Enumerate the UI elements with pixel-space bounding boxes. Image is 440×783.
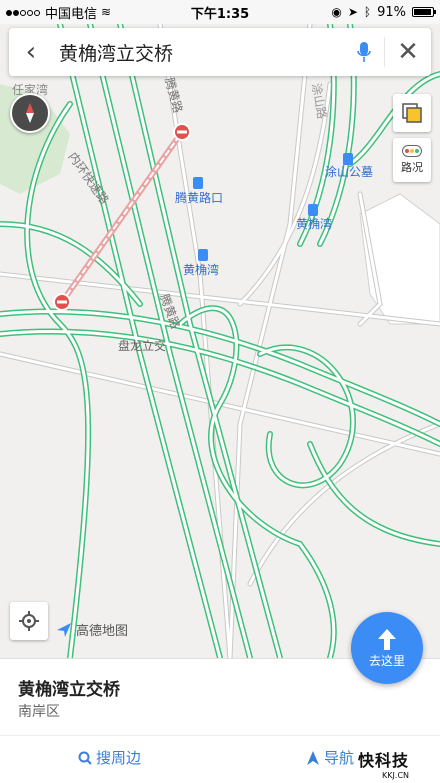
compass-button[interactable]	[10, 93, 50, 133]
layers-icon	[402, 103, 422, 123]
close-icon: ✕	[397, 37, 419, 67]
search-icon	[78, 751, 92, 765]
bus-stop-icon[interactable]	[193, 177, 203, 189]
road-closure-icon[interactable]	[53, 293, 71, 311]
brand-logo: 高德地图	[56, 620, 128, 639]
bus-stop-icon[interactable]	[343, 153, 353, 165]
arrow-up-icon	[378, 628, 396, 650]
map-label-ring-road: 内环快速路	[66, 149, 113, 207]
map-canvas: 腾黄路口 黄桷湾 涂山公墓 黄桷湾 盘龙立交 任家湾 腾黄路 内环快速路 腾黄路…	[0, 24, 440, 658]
place-title: 黄桷湾立交桥	[18, 680, 120, 700]
map-label-bus-top[interactable]: 涂山公墓	[325, 164, 373, 179]
map-label-station2[interactable]: 黄桷湾	[183, 262, 219, 277]
chevron-left-icon: ‹	[25, 37, 37, 67]
bluetooth-icon: ᛒ	[363, 5, 372, 19]
location-arrow-icon: ➤	[347, 5, 358, 19]
traffic-button[interactable]: 路况	[393, 138, 431, 182]
road-network	[0, 24, 440, 658]
signal-icon	[6, 5, 41, 20]
bus-stop-icon[interactable]	[308, 204, 318, 216]
divider	[0, 735, 440, 736]
map-label-station1[interactable]: 腾黄路口	[175, 190, 223, 205]
navigation-arrow-icon	[307, 750, 319, 765]
watermark-sub: KKJ.CN	[382, 771, 410, 780]
battery-percent: 91%	[377, 4, 406, 20]
brand-label: 高德地图	[76, 624, 129, 639]
voice-search-button[interactable]	[344, 28, 384, 76]
go-here-label: 去这里	[368, 653, 405, 668]
bus-stop-icon[interactable]	[198, 249, 208, 261]
microphone-icon	[357, 42, 371, 62]
wifi-icon: ≋	[101, 5, 112, 19]
go-here-button[interactable]: 去这里	[351, 612, 423, 684]
status-bar: 中国电信 ≋ 下午1:35 ◉ ➤ ᛒ 91%	[0, 0, 440, 24]
navigate-label: 导航	[324, 749, 355, 767]
carrier-label: 中国电信	[45, 6, 98, 22]
traffic-light-icon	[402, 145, 422, 157]
place-district: 南岸区	[18, 704, 60, 720]
locate-button[interactable]	[10, 602, 48, 640]
map-label-right-road: 涂山路	[309, 82, 330, 120]
orientation-lock-icon: ◉	[331, 5, 342, 19]
layers-button[interactable]	[393, 94, 431, 132]
search-bar[interactable]: ‹ 黄桷湾立交桥 ✕	[9, 28, 431, 76]
map-view[interactable]: 腾黄路口 黄桷湾 涂山公墓 黄桷湾 盘龙立交 任家湾 腾黄路 内环快速路 腾黄路…	[0, 24, 440, 658]
navigate-button[interactable]: 导航	[306, 747, 354, 768]
crosshair-icon	[19, 611, 39, 631]
compass-icon	[26, 103, 34, 123]
map-label-interchange: 盘龙立交	[118, 338, 166, 353]
traffic-label: 路况	[401, 161, 423, 174]
status-left: 中国电信 ≋	[6, 3, 111, 22]
amap-logo-icon	[57, 622, 71, 637]
back-button[interactable]: ‹	[9, 28, 53, 76]
map-label-road-top: 腾黄路	[162, 76, 186, 115]
status-right: ◉ ➤ ᛒ 91%	[331, 4, 436, 20]
search-input[interactable]: 黄桷湾立交桥	[53, 39, 344, 66]
battery-icon	[412, 7, 436, 17]
search-nearby-label: 搜周边	[96, 749, 142, 767]
watermark-main: 快科技	[358, 751, 410, 770]
map-label-station3[interactable]: 黄桷湾	[296, 216, 332, 231]
search-nearby-button[interactable]: 搜周边	[78, 747, 141, 768]
road-closure-icon[interactable]	[173, 123, 191, 141]
watermark: 快科技 KKJ.CN	[358, 747, 409, 780]
close-button[interactable]: ✕	[384, 37, 431, 67]
